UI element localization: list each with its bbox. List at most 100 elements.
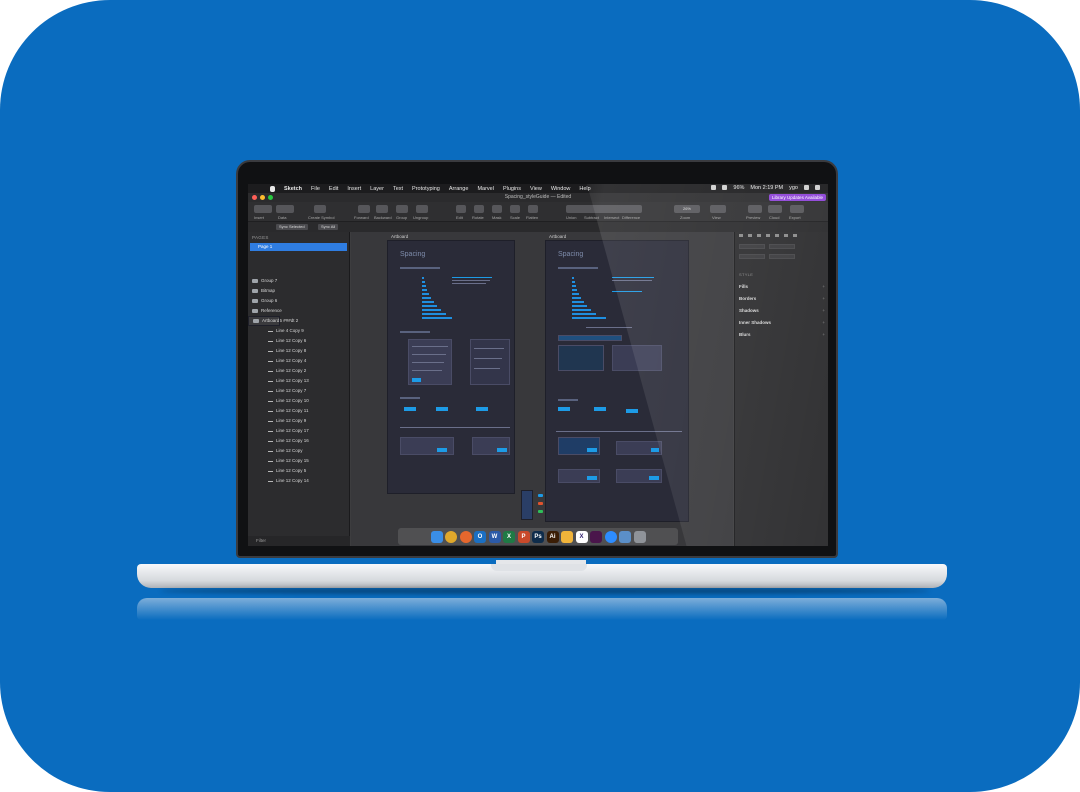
boolean-ops-group[interactable] <box>566 205 642 213</box>
layer-row[interactable]: Line 12 Copy 2 <box>248 366 350 376</box>
color-swatch[interactable] <box>538 502 543 505</box>
sketch-icon[interactable] <box>561 530 573 543</box>
word-icon[interactable]: W <box>488 530 501 543</box>
illustrator-icon[interactable]: Ai <box>546 530 559 543</box>
finder-icon[interactable] <box>430 530 443 543</box>
layer-row[interactable]: Line 12 Copy 5 <box>248 466 350 476</box>
layer-row[interactable]: Line 12 Copy 15 <box>248 456 350 466</box>
height-field[interactable] <box>769 254 795 259</box>
apple-icon[interactable] <box>270 185 275 192</box>
align-left-icon[interactable] <box>739 234 743 237</box>
artboard-spacing-2[interactable]: Spacing <box>545 240 689 522</box>
color-swatch[interactable] <box>538 494 543 497</box>
wifi-icon[interactable] <box>722 185 728 190</box>
blurs-section[interactable]: Blurs + <box>739 332 825 337</box>
mask-button[interactable] <box>492 205 502 213</box>
color-swatch-board[interactable] <box>521 490 533 520</box>
chrome-icon[interactable] <box>445 530 457 543</box>
trash-icon[interactable] <box>633 530 646 543</box>
slack-icon[interactable] <box>590 530 602 543</box>
layer-filter[interactable]: Filter <box>248 536 350 546</box>
align-right-icon[interactable] <box>757 234 761 237</box>
menu-arrange[interactable]: Arrange <box>449 186 469 192</box>
layer-group-7[interactable]: Group 7 <box>248 276 350 286</box>
add-icon[interactable]: + <box>822 320 825 325</box>
layer-row[interactable]: Line 12 Copy 11 <box>248 406 350 416</box>
xd-icon[interactable]: X <box>575 530 588 543</box>
flatten-button[interactable] <box>528 205 538 213</box>
align-middle-icon[interactable] <box>775 234 779 237</box>
fills-section[interactable]: Fills + <box>739 284 825 289</box>
ungroup-button[interactable] <box>416 205 428 213</box>
menu-marvel[interactable]: Marvel <box>477 186 494 192</box>
layer-row[interactable]: Line 12 Copy 10 <box>248 396 350 406</box>
user-name[interactable]: ygo <box>789 185 798 191</box>
menu-file[interactable]: File <box>311 186 320 192</box>
menu-prototyping[interactable]: Prototyping <box>412 186 440 192</box>
artboard-title-2[interactable]: Artboard <box>549 234 566 239</box>
preview-icon[interactable] <box>619 530 631 543</box>
inner-shadows-section[interactable]: Inner Shadows + <box>739 320 825 325</box>
search-icon[interactable] <box>804 185 809 190</box>
add-icon[interactable]: + <box>822 308 825 313</box>
width-field[interactable] <box>739 254 765 259</box>
zoom-icon[interactable] <box>604 530 617 543</box>
layer-row[interactable]: Line 12 Copy 16 <box>248 436 350 446</box>
layer-reference[interactable]: Reference <box>248 306 350 316</box>
artboard-title-1[interactable]: Artboard <box>391 234 408 239</box>
library-updates-badge[interactable]: Library Updates Available <box>769 194 826 201</box>
menu-text[interactable]: Text <box>393 186 403 192</box>
align-center-icon[interactable] <box>748 234 752 237</box>
layer-row[interactable]: Line 12 Copy 6 <box>248 336 350 346</box>
align-bottom-icon[interactable] <box>784 234 788 237</box>
add-icon[interactable]: + <box>822 332 825 337</box>
outlook-icon[interactable]: O <box>474 530 486 543</box>
firefox-icon[interactable] <box>459 530 472 543</box>
data-button[interactable] <box>276 205 294 213</box>
menu-layer[interactable]: Layer <box>370 186 384 192</box>
preview-button[interactable] <box>748 205 762 213</box>
excel-icon[interactable]: X <box>503 530 515 543</box>
align-top-icon[interactable] <box>766 234 770 237</box>
export-button[interactable] <box>790 205 804 213</box>
photoshop-icon[interactable]: Ps <box>532 530 544 543</box>
page-item[interactable]: Page 1 <box>250 243 347 251</box>
forward-button[interactable] <box>358 205 370 213</box>
battery-percent[interactable]: 96% <box>733 185 744 191</box>
distribute-icon[interactable] <box>793 234 797 237</box>
create-symbol-button[interactable] <box>314 205 326 213</box>
borders-section[interactable]: Borders + <box>739 296 825 301</box>
artboard-spacing-1[interactable]: Spacing <box>387 240 515 494</box>
layer-row[interactable]: Line 12 Copy 8 <box>248 346 350 356</box>
list-icon[interactable] <box>815 185 820 190</box>
layer-artboard[interactable]: Artboard <box>248 316 281 326</box>
layer-row[interactable]: Line 12 Copy 4 <box>248 356 350 366</box>
rotate-button[interactable] <box>474 205 484 213</box>
layer-row[interactable]: Line 12 Copy 9 <box>248 416 350 426</box>
layer-row[interactable]: Line 12 Copy 17 <box>248 426 350 436</box>
add-icon[interactable]: + <box>822 296 825 301</box>
insert-button[interactable] <box>254 205 272 213</box>
sync-all-button[interactable]: Sync All <box>318 224 339 230</box>
color-swatch[interactable] <box>538 510 543 513</box>
shadows-section[interactable]: Shadows + <box>739 308 825 313</box>
minimize-icon[interactable] <box>260 195 265 200</box>
menu-view[interactable]: View <box>530 186 542 192</box>
y-field[interactable] <box>769 244 795 249</box>
menu-insert[interactable]: Insert <box>347 186 361 192</box>
add-icon[interactable]: + <box>822 284 825 289</box>
powerpoint-icon[interactable]: P <box>517 530 530 543</box>
x-field[interactable] <box>739 244 765 249</box>
layer-bitmap[interactable]: Bitmap <box>248 286 350 296</box>
menu-help[interactable]: Help <box>579 186 590 192</box>
close-icon[interactable] <box>252 195 257 200</box>
sync-selected-button[interactable]: Sync Selected <box>276 224 308 230</box>
layer-row[interactable]: Line 12 Copy 7 <box>248 386 350 396</box>
canvas[interactable]: Artboard Artboard Spacing Spacing <box>351 232 733 546</box>
backward-button[interactable] <box>376 205 388 213</box>
scale-button[interactable] <box>510 205 520 213</box>
menu-plugins[interactable]: Plugins <box>503 186 521 192</box>
view-button[interactable] <box>710 205 726 213</box>
zoom-window-icon[interactable] <box>268 195 273 200</box>
layer-row[interactable]: Line 12 Copy <box>248 446 350 456</box>
